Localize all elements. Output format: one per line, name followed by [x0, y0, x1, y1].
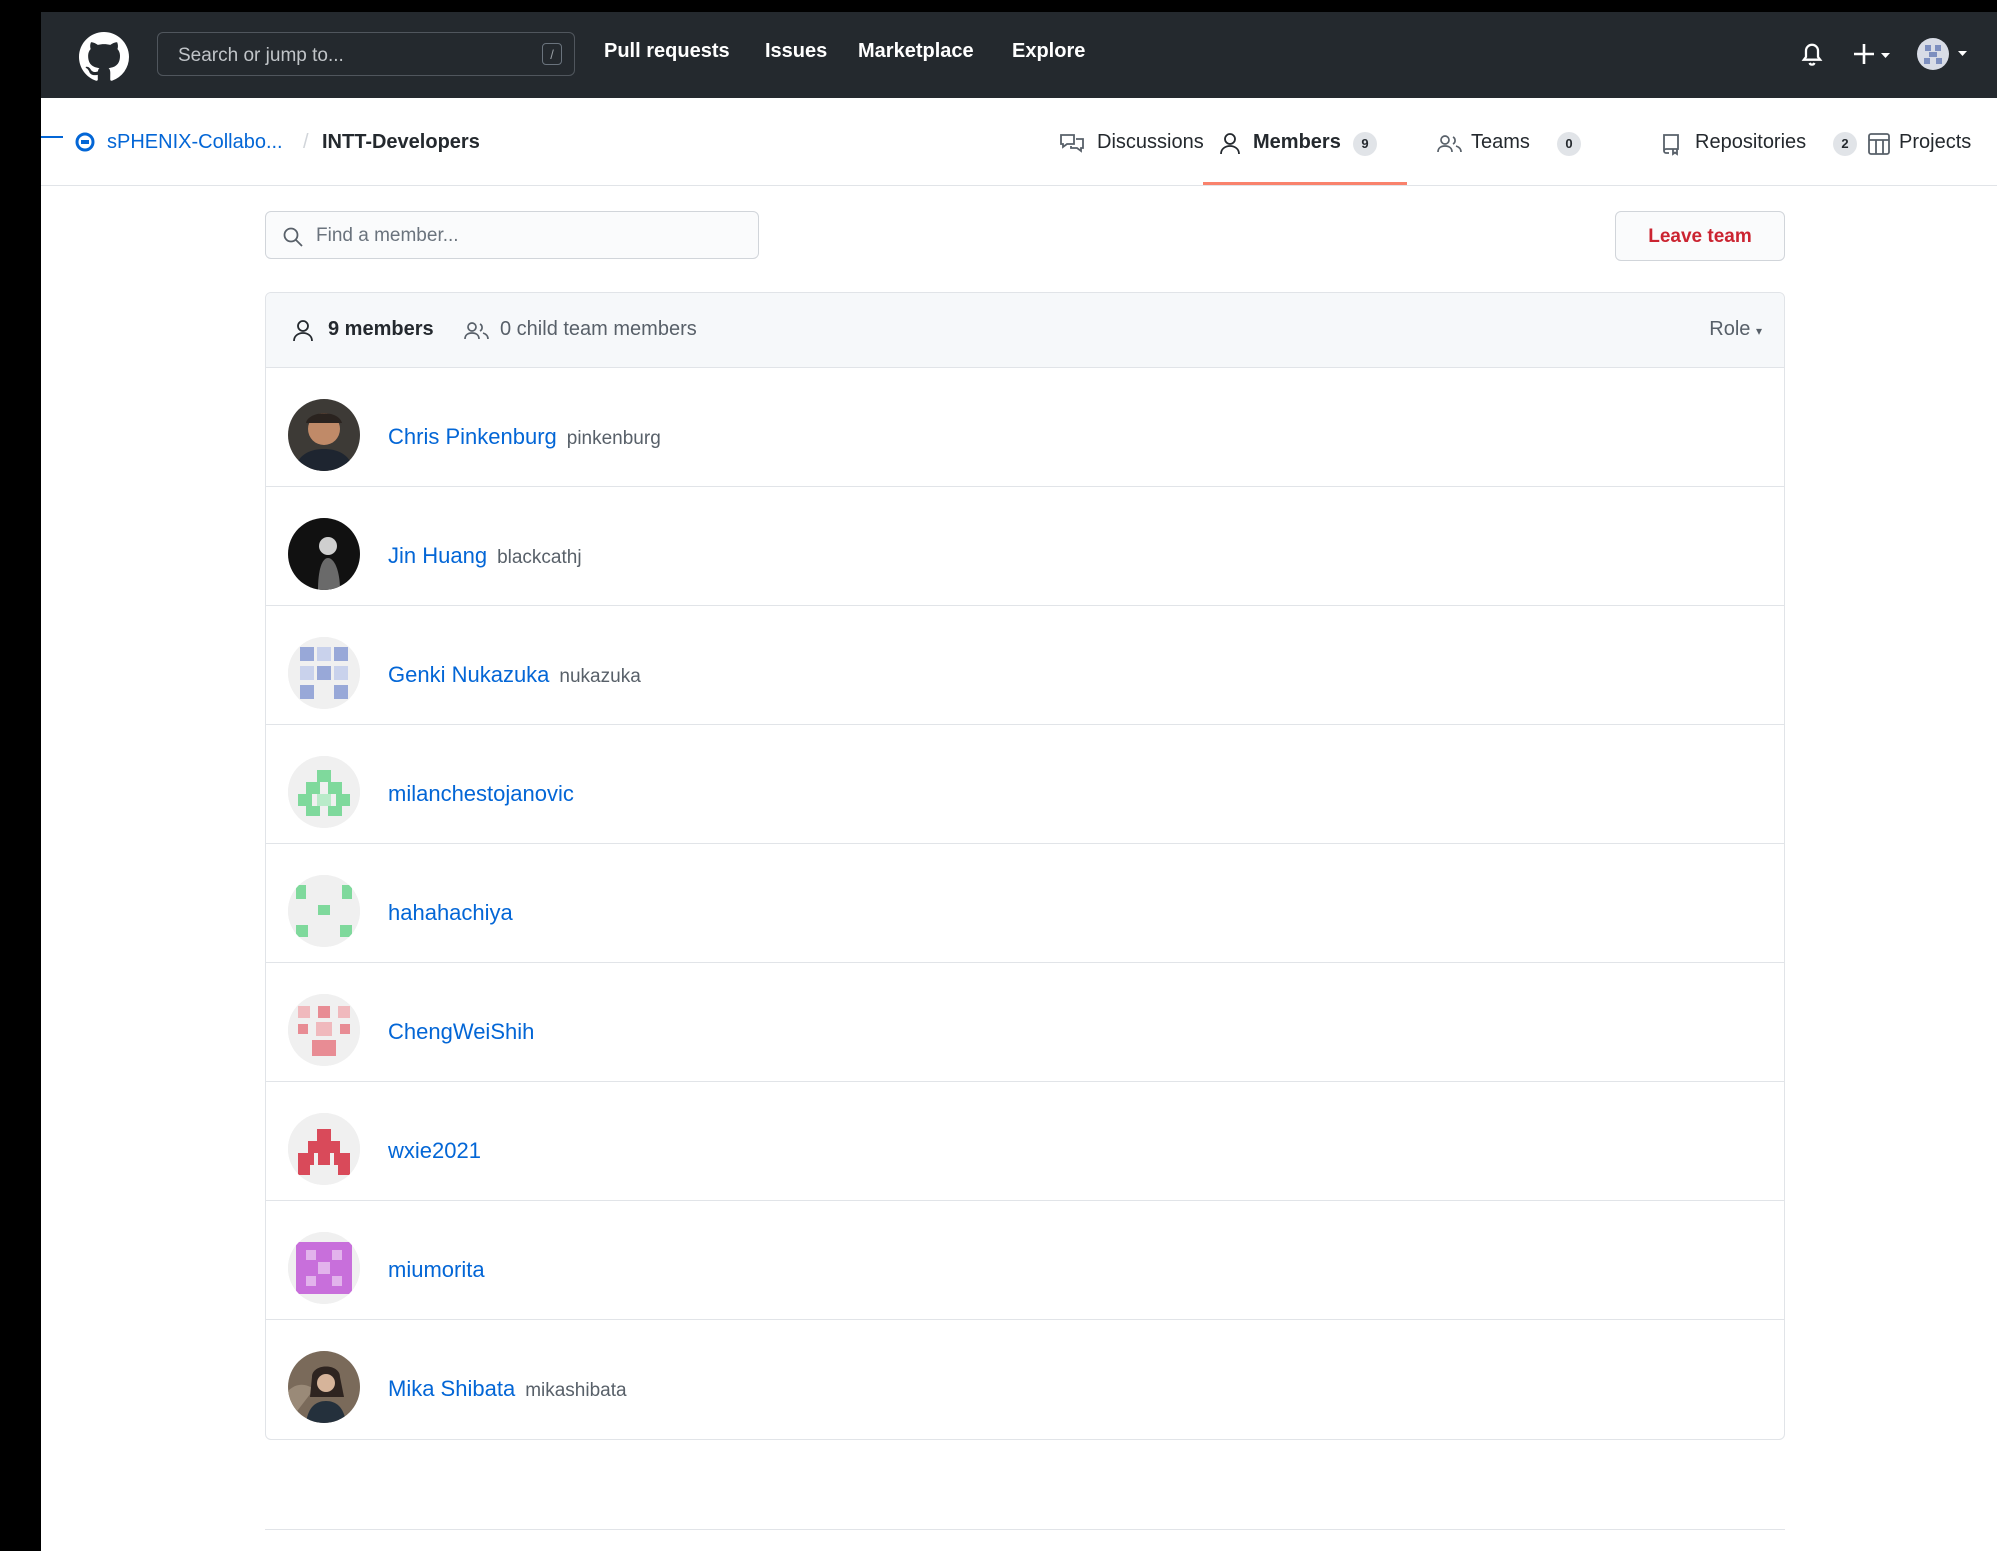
member-full-name: wxie2021 [388, 1138, 481, 1163]
member-login: nukazuka [559, 666, 641, 687]
global-header: Search or jump to... / Pull requests Iss… [41, 12, 1997, 98]
people-icon [464, 322, 489, 340]
member-name-link[interactable]: miumorita [388, 1257, 495, 1283]
member-row: miumorita [266, 1201, 1784, 1320]
member-name-link[interactable]: Genki Nukazuka nukazuka [388, 662, 641, 688]
footer-divider [265, 1529, 1785, 1530]
tab-repositories-label: Repositories [1695, 131, 1807, 153]
member-row: Genki Nukazuka nukazuka [266, 606, 1784, 725]
tab-members-count: 9 [1353, 132, 1377, 156]
member-login: mikashibata [525, 1380, 627, 1401]
browser-viewport: Search or jump to... / Pull requests Iss… [41, 12, 1997, 1551]
member-full-name: ChengWeiShih [388, 1019, 535, 1044]
member-row: Mika Shibata mikashibata [266, 1320, 1784, 1439]
member-row: wxie2021 [266, 1082, 1784, 1201]
tab-teams[interactable]: Teams 0 [1431, 98, 1631, 185]
breadcrumb-separator: / [303, 131, 309, 153]
github-logo-icon[interactable] [79, 32, 129, 82]
role-filter-label: Role [1709, 318, 1751, 340]
member-row: Chris Pinkenburg pinkenburg [266, 368, 1784, 487]
member-identicon[interactable] [288, 756, 360, 828]
member-login: blackcathj [497, 547, 582, 568]
member-name-link[interactable]: milanchestojanovic [388, 781, 584, 807]
nav-issues[interactable]: Issues [765, 40, 827, 63]
people-icon [1437, 135, 1462, 153]
member-identicon[interactable] [288, 1232, 360, 1304]
nav-marketplace[interactable]: Marketplace [858, 40, 974, 63]
child-team-members-filter[interactable]: 0 child team members [500, 318, 697, 341]
bell-icon[interactable] [1799, 39, 1825, 69]
members-list: 9 members 0 child team members Role ▾ Ch… [265, 292, 1785, 1440]
member-identicon[interactable] [288, 1113, 360, 1185]
user-avatar-menu[interactable] [1915, 36, 1973, 72]
org-avatar-connector [41, 136, 63, 138]
plus-dropdown-icon[interactable] [1853, 42, 1893, 66]
member-full-name: milanchestojanovic [388, 781, 574, 806]
person-icon [1220, 133, 1240, 155]
tab-discussions-label: Discussions [1097, 131, 1204, 153]
slash-shortcut-hint: / [542, 43, 562, 65]
member-full-name: miumorita [388, 1257, 485, 1282]
tab-projects[interactable]: Projects [1861, 98, 1997, 185]
tab-teams-count: 0 [1557, 132, 1581, 156]
nav-pull-requests[interactable]: Pull requests [604, 40, 730, 63]
role-filter-dropdown[interactable]: Role ▾ [1709, 318, 1762, 341]
members-count-filter[interactable]: 9 members [328, 318, 434, 341]
member-row: milanchestojanovic [266, 725, 1784, 844]
chevron-down-icon: ▾ [1755, 324, 1762, 338]
repo-icon [1663, 134, 1679, 156]
search-placeholder: Search or jump to... [178, 45, 344, 66]
breadcrumb-org-link[interactable]: sPHENIX-Collabo... [107, 131, 283, 154]
tab-members-label: Members [1253, 131, 1341, 153]
members-list-header: 9 members 0 child team members Role ▾ [266, 293, 1784, 368]
member-identicon[interactable] [288, 875, 360, 947]
member-avatar[interactable] [288, 518, 360, 590]
member-full-name: Chris Pinkenburg [388, 424, 557, 449]
member-full-name: Jin Huang [388, 543, 488, 568]
tab-teams-label: Teams [1471, 131, 1530, 153]
member-name-link[interactable]: Chris Pinkenburg pinkenburg [388, 424, 661, 450]
find-member-input[interactable]: Find a member... [265, 211, 759, 259]
find-member-placeholder: Find a member... [316, 225, 459, 246]
member-identicon[interactable] [288, 994, 360, 1066]
search-icon [283, 227, 303, 247]
selected-tab-underline [1203, 182, 1407, 185]
member-name-link[interactable]: Mika Shibata mikashibata [388, 1376, 627, 1402]
breadcrumb-team-name[interactable]: INTT-Developers [322, 131, 480, 154]
member-full-name: Genki Nukazuka [388, 662, 550, 687]
member-full-name: hahahachiya [388, 900, 513, 925]
tab-projects-label: Projects [1899, 131, 1972, 153]
member-identicon[interactable] [288, 637, 360, 709]
comment-discussion-icon [1060, 134, 1084, 153]
member-name-link[interactable]: wxie2021 [388, 1138, 491, 1164]
member-row: ChengWeiShih [266, 963, 1784, 1082]
nav-explore[interactable]: Explore [1012, 40, 1085, 63]
global-search-input[interactable]: Search or jump to... / [157, 32, 575, 76]
member-row: hahahachiya [266, 844, 1784, 963]
member-full-name: Mika Shibata [388, 1376, 516, 1401]
member-row: Jin Huang blackcathj [266, 487, 1784, 606]
org-avatar-icon[interactable] [75, 132, 95, 152]
tab-members[interactable]: Members 9 [1203, 98, 1407, 185]
member-avatar[interactable] [288, 1351, 360, 1423]
project-icon [1868, 133, 1890, 155]
tab-repositories-count: 2 [1833, 132, 1857, 156]
person-icon [293, 320, 313, 342]
team-header: sPHENIX-Collabo... / INTT-Developers Dis… [41, 98, 1997, 186]
member-name-link[interactable]: hahahachiya [388, 900, 523, 926]
tab-discussions[interactable]: Discussions [1053, 98, 1223, 185]
leave-team-button[interactable]: Leave team [1615, 211, 1785, 261]
member-name-link[interactable]: Jin Huang blackcathj [388, 543, 582, 569]
member-name-link[interactable]: ChengWeiShih [388, 1019, 544, 1045]
member-login: pinkenburg [566, 428, 661, 449]
member-avatar[interactable] [288, 399, 360, 471]
tab-repositories[interactable]: Repositories 2 [1655, 98, 1857, 185]
